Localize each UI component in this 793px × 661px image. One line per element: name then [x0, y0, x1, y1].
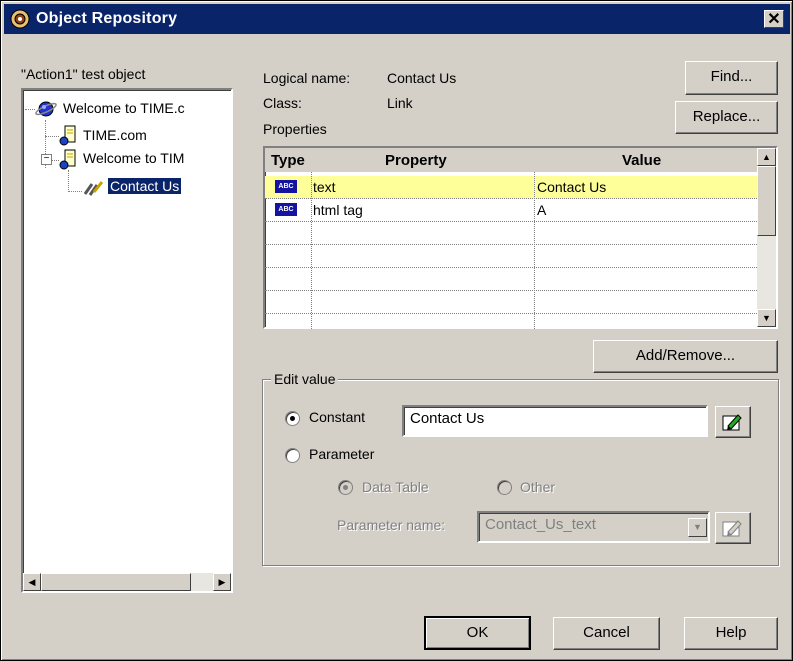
table-row[interactable]: ABC text Contact Us	[265, 176, 757, 199]
class-value: Link	[387, 95, 413, 111]
data-table-label[interactable]: Data Table	[362, 479, 429, 495]
page-icon	[59, 149, 76, 170]
scroll-down-icon[interactable]: ▼	[757, 309, 776, 327]
string-type-icon: ABC	[275, 203, 297, 216]
radio-selected-dot	[343, 485, 348, 490]
column-type[interactable]: Type	[271, 152, 305, 169]
other-radio[interactable]	[497, 480, 512, 495]
ok-button[interactable]: OK	[424, 616, 531, 650]
value-cell[interactable]: A	[537, 202, 546, 218]
properties-grid[interactable]: Type Property Value ABC text Contact Us …	[263, 146, 778, 329]
scroll-up-icon[interactable]: ▲	[757, 148, 776, 166]
find-button[interactable]: Find...	[685, 61, 778, 95]
parameter-name-label: Parameter name:	[337, 517, 446, 533]
edit-parameter-button[interactable]	[715, 512, 751, 544]
value-cell[interactable]: Contact Us	[537, 179, 606, 195]
repository-icon	[10, 9, 30, 29]
tree-item-label: TIME.com	[83, 127, 147, 143]
property-cell: text	[313, 179, 336, 195]
grid-vscrollbar[interactable]: ▲ ▼	[757, 148, 776, 327]
link-icon	[83, 181, 104, 196]
cancel-button[interactable]: Cancel	[553, 617, 660, 650]
properties-label: Properties	[263, 121, 327, 137]
tree-item-label-selected: Contact Us	[106, 177, 183, 195]
data-table-radio[interactable]	[338, 480, 353, 495]
table-row[interactable]	[265, 222, 757, 245]
other-label[interactable]: Other	[520, 479, 555, 495]
column-property[interactable]: Property	[385, 152, 447, 169]
logical-name-label: Logical name:	[263, 70, 351, 86]
browser-icon	[35, 101, 57, 117]
collapse-toggle[interactable]: −	[41, 154, 52, 165]
scroll-left-icon[interactable]: ◀	[23, 573, 41, 591]
grid-header: Type Property Value	[265, 148, 757, 172]
tree-item-label: Welcome to TIME.c	[63, 100, 185, 116]
scroll-thumb[interactable]	[41, 573, 191, 591]
table-row[interactable]: ABC html tag A	[265, 199, 757, 222]
string-type-icon: ABC	[275, 180, 297, 193]
tree-connector	[25, 109, 35, 110]
parameter-radio[interactable]	[285, 448, 300, 463]
help-button[interactable]: Help	[684, 617, 778, 650]
edit-value-label: Edit value	[271, 371, 339, 387]
tree-item-label: Welcome to TIM	[83, 150, 185, 166]
tree-hscrollbar[interactable]: ◀ ▶	[23, 573, 231, 591]
parameter-name-select[interactable]: Contact_Us_text ▼	[477, 511, 710, 543]
column-divider	[311, 172, 312, 329]
scroll-thumb[interactable]	[757, 166, 776, 236]
tree-caption: "Action1" test object	[21, 66, 146, 82]
table-row[interactable]	[265, 245, 757, 268]
tree-connector	[68, 170, 69, 192]
tree-connector	[68, 191, 82, 192]
table-row[interactable]	[265, 291, 757, 314]
window-title: Object Repository	[36, 10, 178, 27]
constant-value-input[interactable]: Contact Us	[402, 405, 708, 437]
add-remove-button[interactable]: Add/Remove...	[593, 340, 778, 373]
tree-connector	[45, 136, 59, 137]
object-repository-dialog: Object Repository ✕ "Action1" test objec…	[0, 0, 793, 661]
parameter-name-value: Contact_Us_text	[485, 516, 596, 533]
title-bar[interactable]: Object Repository ✕	[4, 4, 790, 34]
column-value[interactable]: Value	[622, 152, 661, 169]
constant-radio[interactable]	[285, 411, 300, 426]
close-button[interactable]: ✕	[764, 10, 784, 28]
constant-label[interactable]: Constant	[309, 409, 365, 425]
page-icon	[59, 125, 76, 146]
object-tree[interactable]: Welcome to TIME.c TIME.com − Welcome to …	[21, 88, 233, 593]
radio-selected-dot	[290, 416, 295, 421]
logical-name-value: Contact Us	[387, 70, 457, 86]
dropdown-arrow-icon[interactable]: ▼	[688, 518, 707, 537]
parameter-label[interactable]: Parameter	[309, 446, 374, 462]
edit-constant-button[interactable]	[715, 406, 751, 438]
table-row[interactable]	[265, 268, 757, 291]
scroll-right-icon[interactable]: ▶	[213, 573, 231, 591]
replace-button[interactable]: Replace...	[675, 101, 778, 134]
edit-pencil-icon	[722, 414, 742, 431]
class-label: Class:	[263, 95, 302, 111]
column-divider	[534, 172, 535, 329]
property-cell: html tag	[313, 202, 363, 218]
edit-pencil-icon	[722, 520, 742, 537]
